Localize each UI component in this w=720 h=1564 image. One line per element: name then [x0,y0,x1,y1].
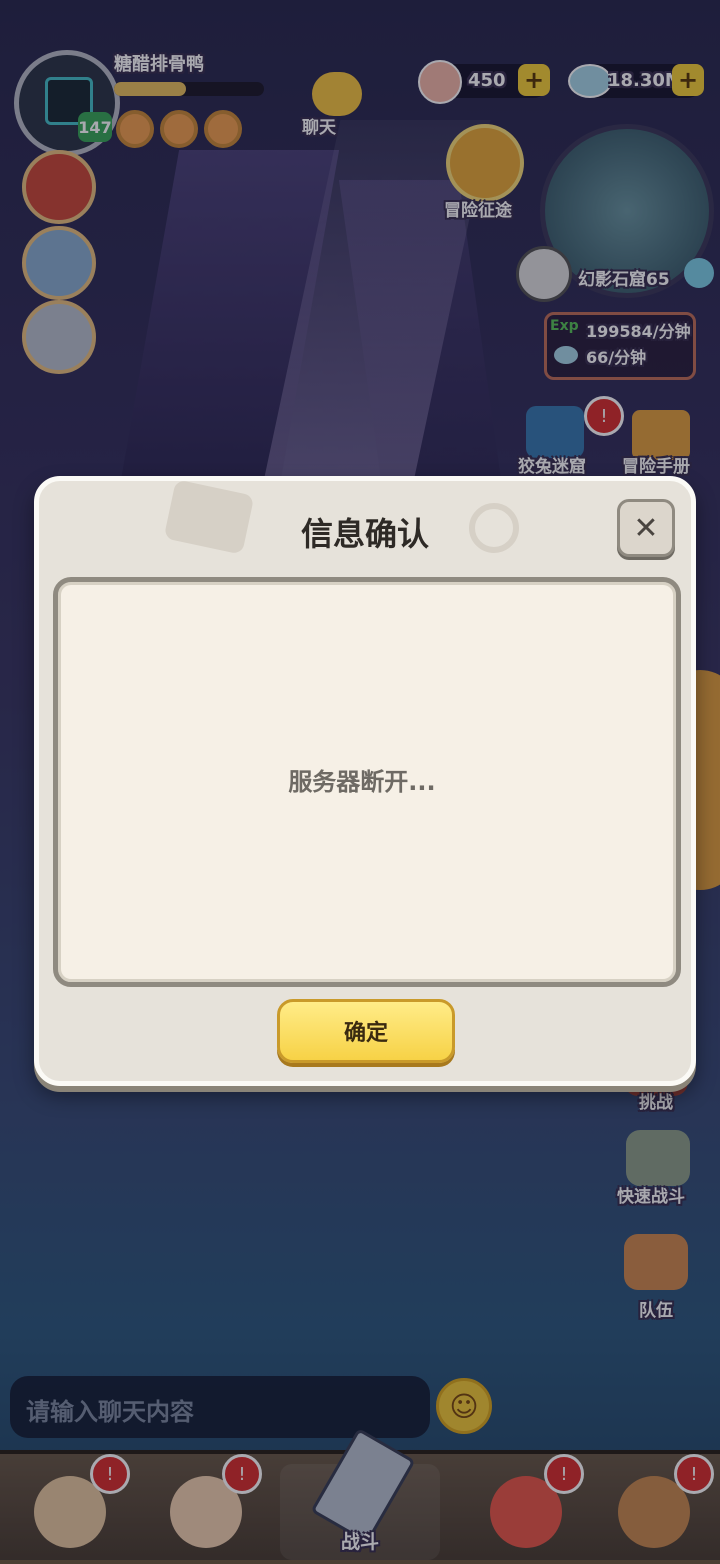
confirm-button-label: 确定 [343,1021,388,1046]
close-button[interactable]: ✕ [617,499,675,557]
confirm-button[interactable]: 确定 [277,999,455,1063]
message-panel: 服务器断开... [53,577,681,987]
dialog-message: 服务器断开... [288,768,436,796]
dialog-title: 信息确认 [300,515,429,553]
close-icon: ✕ [633,510,659,546]
info-confirm-dialog: 信息确认 ✕ 服务器断开... 确定 [34,476,696,1086]
